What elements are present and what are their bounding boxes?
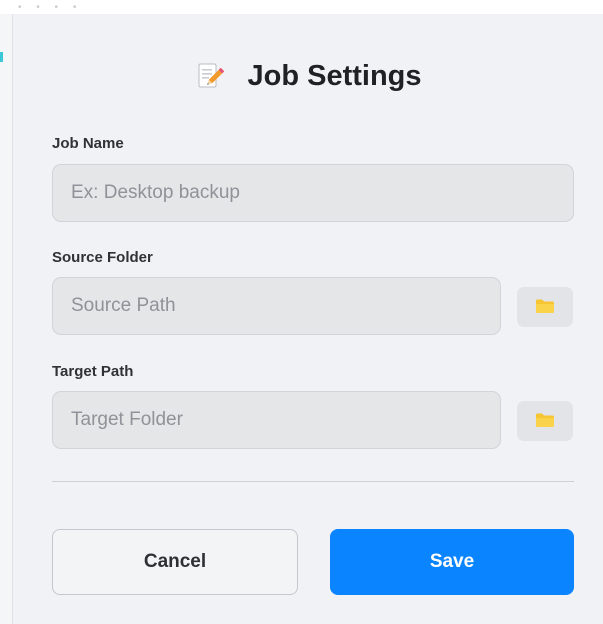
source-path-input[interactable] [52,277,501,335]
browse-source-button[interactable] [517,287,573,327]
folder-icon [535,298,555,317]
divider [52,481,574,482]
background-window-edge [0,14,12,624]
browse-target-button[interactable] [517,401,573,441]
background-window-top: • • • • [0,0,603,14]
cancel-button[interactable]: Cancel [52,529,298,595]
background-dots: • • • • [18,2,83,13]
background-accent [0,52,3,62]
dialog-header: Job Settings [13,56,603,96]
save-button[interactable]: Save [330,529,574,595]
target-folder-input[interactable] [52,391,501,449]
job-name-input[interactable] [52,164,574,222]
memo-pencil-icon [195,61,225,91]
dialog-title: Job Settings [247,59,422,92]
job-settings-dialog: Job Settings Job Name Source Folder Targ… [12,14,603,624]
source-folder-label: Source Folder [52,249,153,266]
job-name-label: Job Name [52,135,124,152]
folder-icon [535,412,555,431]
target-path-label: Target Path [52,363,134,380]
